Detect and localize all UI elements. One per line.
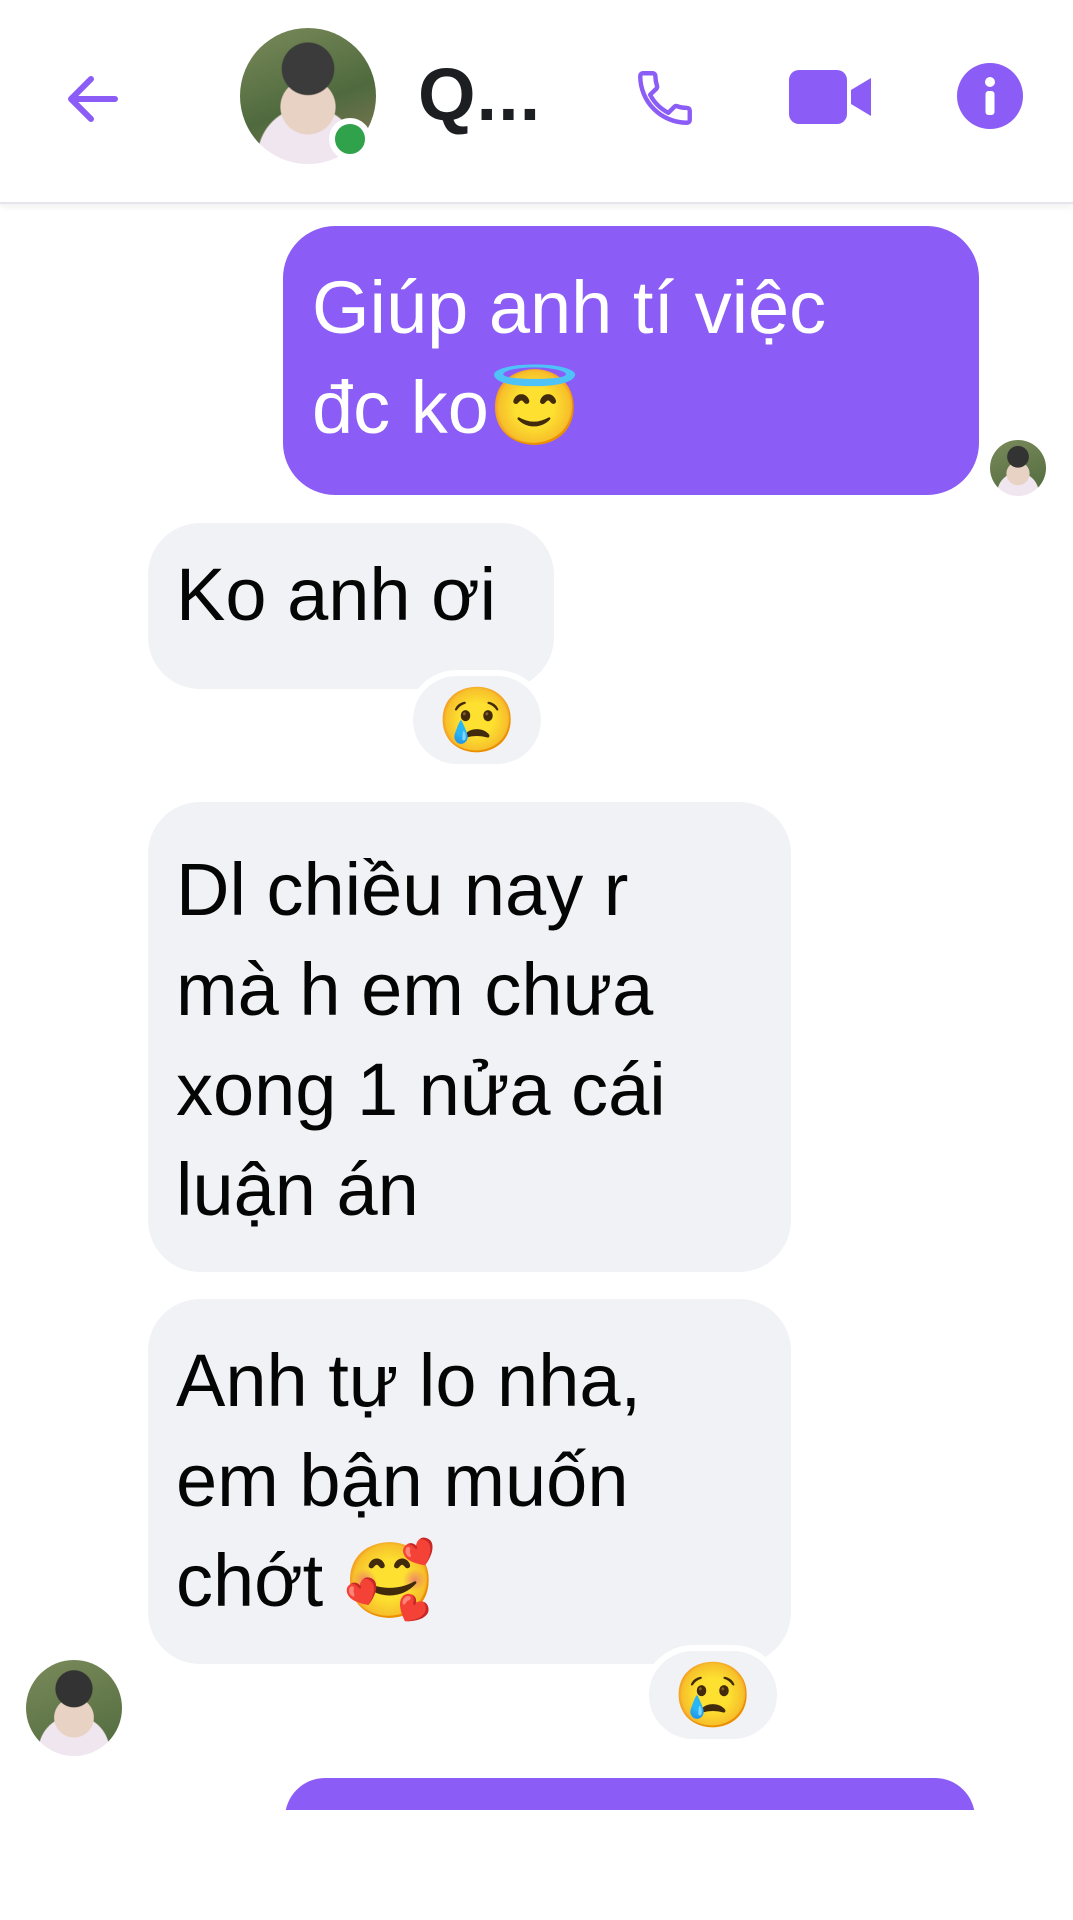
message-reaction[interactable]: 😢 [643, 1645, 783, 1745]
info-icon [957, 63, 1023, 129]
conversation-info-button[interactable] [955, 58, 1025, 134]
audio-call-button[interactable] [625, 58, 705, 138]
chat-header: Q... [0, 0, 1073, 204]
back-button[interactable] [58, 58, 128, 140]
message-incoming[interactable]: Dl chiều nay r mà h em chưa xong 1 nửa c… [148, 802, 791, 1272]
sender-avatar [26, 1660, 122, 1756]
message-reaction[interactable]: 😢 [407, 670, 547, 770]
video-camera-icon [789, 70, 871, 124]
arrow-left-icon [68, 76, 118, 122]
message-incoming[interactable]: Anh tự lo nha, em bận muốn chớt 🥰 [148, 1299, 791, 1664]
online-status-indicator [329, 118, 371, 160]
phone-icon [638, 71, 692, 125]
video-call-button[interactable] [783, 62, 879, 132]
message-outgoing[interactable]: Giúp anh tí việc đc ko😇 [283, 226, 979, 495]
read-receipt-avatar [990, 440, 1046, 496]
message-incoming[interactable]: Ko anh ơi [148, 523, 554, 689]
bottom-blank-area [0, 1810, 1073, 1920]
contact-name[interactable]: Q... [418, 50, 541, 140]
